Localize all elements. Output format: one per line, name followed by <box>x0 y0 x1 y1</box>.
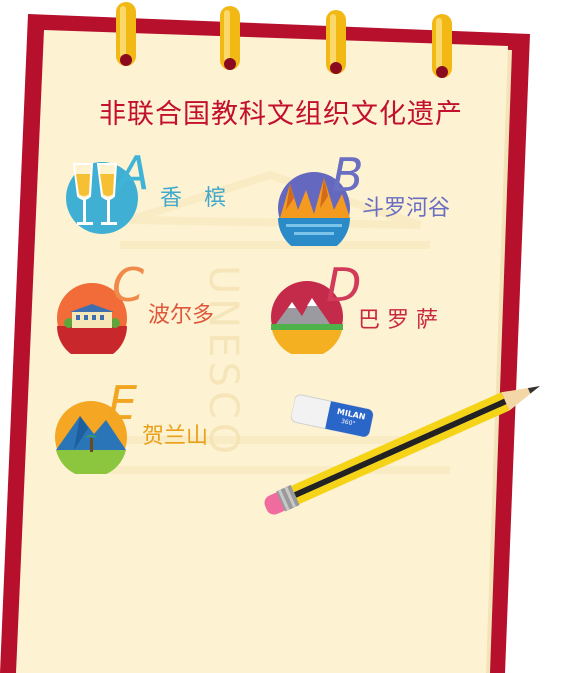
pencil <box>258 380 562 534</box>
item-a-label: 香 槟 <box>160 186 227 211</box>
ring-3 <box>326 10 346 74</box>
item-b-letter: B <box>332 148 364 202</box>
item-a-letter: A <box>118 146 150 200</box>
item-c-letter: C <box>112 258 145 312</box>
ring-4 <box>432 14 452 78</box>
page-title: 非联合国教科文组织文化遗产 <box>99 99 463 130</box>
item-b-label: 斗罗河谷 <box>362 196 451 221</box>
item-d-letter: D <box>326 258 362 312</box>
item-e-letter: E <box>108 376 138 430</box>
ring-2 <box>220 6 240 70</box>
item-d-label: 巴 罗 萨 <box>358 308 438 333</box>
item-c-label: 波尔多 <box>148 303 215 328</box>
item-e-label: 贺兰山 <box>142 424 209 449</box>
ring-1 <box>116 2 136 66</box>
